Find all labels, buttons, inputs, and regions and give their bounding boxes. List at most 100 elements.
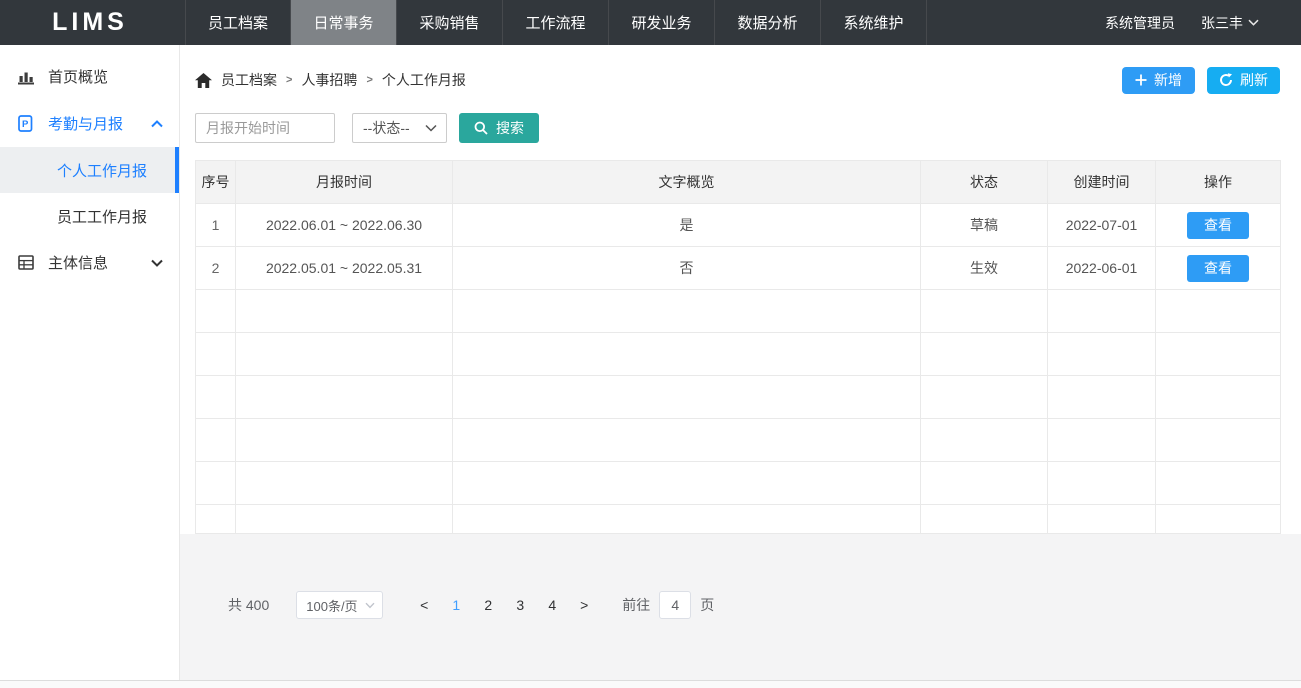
top-nav: LIMS 员工档案 日常事务 采购销售 工作流程 研发业务 数据分析 系统维护 … [0,0,1301,45]
svg-text:P: P [22,119,29,130]
status-select[interactable]: --状态-- [352,113,447,143]
plus-icon [1135,74,1147,86]
column-header-overview: 文字概览 [453,161,921,204]
chevron-down-icon [425,124,437,132]
breadcrumb-separator: > [286,74,292,86]
table-row: 2 2022.05.01 ~ 2022.05.31 否 生效 2022-06-0… [196,247,1281,290]
sidebar-item-label: 首页概览 [48,66,108,87]
sidebar-item-label: 员工工作月报 [57,206,147,227]
document-p-icon: P [18,115,35,132]
column-header-period: 月报时间 [236,161,453,204]
report-start-date-input[interactable] [195,113,335,143]
nav-menu: 员工档案 日常事务 采购销售 工作流程 研发业务 数据分析 系统维护 [185,0,927,45]
view-button[interactable]: 查看 [1187,255,1249,282]
nav-item-rd-business[interactable]: 研发业务 [609,0,715,45]
lower-area: 共 400 100条/页 < 1 2 3 4 > 前往 页 [180,534,1301,680]
column-header-status: 状态 [921,161,1048,204]
content-wrapper: 首页概览 P 考勤与月报 个人工作月报 员工工作月报 [0,45,1301,680]
sidebar-item-home-overview[interactable]: 首页概览 [0,53,179,100]
goto-page-input[interactable] [659,591,691,619]
add-button-label: 新增 [1154,70,1182,90]
cell-overview: 否 [453,247,921,290]
view-button[interactable]: 查看 [1187,212,1249,239]
main-panel: 员工档案 > 人事招聘 > 个人工作月报 新增 刷新 [180,45,1301,680]
breadcrumb-item[interactable]: 个人工作月报 [382,70,466,90]
nav-item-data-analysis[interactable]: 数据分析 [715,0,821,45]
sidebar-item-employee-monthly-report[interactable]: 员工工作月报 [0,193,179,239]
app-window: LIMS 员工档案 日常事务 采购销售 工作流程 研发业务 数据分析 系统维护 … [0,0,1301,688]
breadcrumb-item[interactable]: 员工档案 [221,70,277,90]
page-unit-label: 页 [700,595,714,615]
nav-item-purchase-sales[interactable]: 采购销售 [397,0,503,45]
total-count-label: 共 400 [228,595,269,615]
page-number-1[interactable]: 1 [440,597,472,613]
grid-icon [18,255,35,270]
nav-item-daily-affairs[interactable]: 日常事务 [291,0,397,45]
user-role-label: 系统管理员 [1105,13,1175,33]
breadcrumb-item[interactable]: 人事招聘 [301,70,357,90]
cell-overview: 是 [453,204,921,247]
sidebar-item-attendance-monthly[interactable]: P 考勤与月报 [0,100,179,147]
user-name-label: 张三丰 [1201,13,1243,33]
column-header-actions: 操作 [1156,161,1281,204]
pagination: 共 400 100条/页 < 1 2 3 4 > 前往 页 [228,591,1301,619]
brand-logo: LIMS [0,0,180,45]
table-row-empty [196,462,1281,505]
cell-seq: 2 [196,247,236,290]
table-row-empty [196,333,1281,376]
nav-item-system-maintenance[interactable]: 系统维护 [821,0,927,45]
sidebar-item-personal-monthly-report[interactable]: 个人工作月报 [0,147,179,193]
prev-page-button[interactable]: < [408,597,440,613]
column-header-created: 创建时间 [1048,161,1156,204]
chevron-down-icon [1248,19,1259,26]
user-menu[interactable]: 张三丰 [1201,13,1259,33]
sidebar-item-main-info[interactable]: 主体信息 [0,239,179,286]
nav-item-workflow[interactable]: 工作流程 [503,0,609,45]
status-select-value: --状态-- [363,118,410,138]
refresh-button-label: 刷新 [1240,70,1268,90]
column-header-seq: 序号 [196,161,236,204]
search-filter-row: --状态-- 搜索 [195,113,1280,143]
toolbar: 新增 刷新 [1122,67,1280,94]
search-icon [474,121,488,135]
cell-status: 草稿 [921,204,1048,247]
cell-actions: 查看 [1156,247,1281,290]
refresh-icon [1219,73,1233,87]
search-button-label: 搜索 [496,118,524,138]
table-row-empty [196,505,1281,534]
cell-created: 2022-07-01 [1048,204,1156,247]
cell-period: 2022.05.01 ~ 2022.05.31 [236,247,453,290]
page-number-4[interactable]: 4 [536,597,568,613]
sidebar-item-label: 个人工作月报 [57,160,147,181]
cell-status: 生效 [921,247,1048,290]
cell-period: 2022.06.01 ~ 2022.06.30 [236,204,453,247]
search-button[interactable]: 搜索 [459,113,539,143]
refresh-button[interactable]: 刷新 [1207,67,1280,94]
sidebar: 首页概览 P 考勤与月报 个人工作月报 员工工作月报 [0,45,180,680]
page-size-value: 100条/页 [306,596,357,615]
goto-label: 前往 [622,595,650,615]
add-button[interactable]: 新增 [1122,67,1195,94]
table-header-row: 序号 月报时间 文字概览 状态 创建时间 操作 [196,161,1281,204]
breadcrumb-separator: > [366,74,372,86]
chevron-up-icon [151,120,163,128]
bar-chart-icon [18,69,35,85]
nav-item-employee-files[interactable]: 员工档案 [185,0,291,45]
goto-page-group: 前往 页 [622,591,714,619]
table-row-empty [196,419,1281,462]
chevron-down-icon [151,259,163,267]
home-icon [195,73,212,88]
page-number-2[interactable]: 2 [472,597,504,613]
nav-user-area: 系统管理员 张三丰 [1105,0,1301,45]
cell-created: 2022-06-01 [1048,247,1156,290]
cell-seq: 1 [196,204,236,247]
table-row-empty [196,290,1281,333]
content-card: 员工档案 > 人事招聘 > 个人工作月报 新增 刷新 [180,45,1301,534]
next-page-button[interactable]: > [568,597,600,613]
table-row: 1 2022.06.01 ~ 2022.06.30 是 草稿 2022-07-0… [196,204,1281,247]
page-size-select[interactable]: 100条/页 [296,591,383,619]
chevron-down-icon [365,602,375,609]
page-number-3[interactable]: 3 [504,597,536,613]
breadcrumb: 员工档案 > 人事招聘 > 个人工作月报 [195,70,466,90]
monthly-report-table: 序号 月报时间 文字概览 状态 创建时间 操作 1 2022.06.01 ~ 2… [195,160,1281,534]
